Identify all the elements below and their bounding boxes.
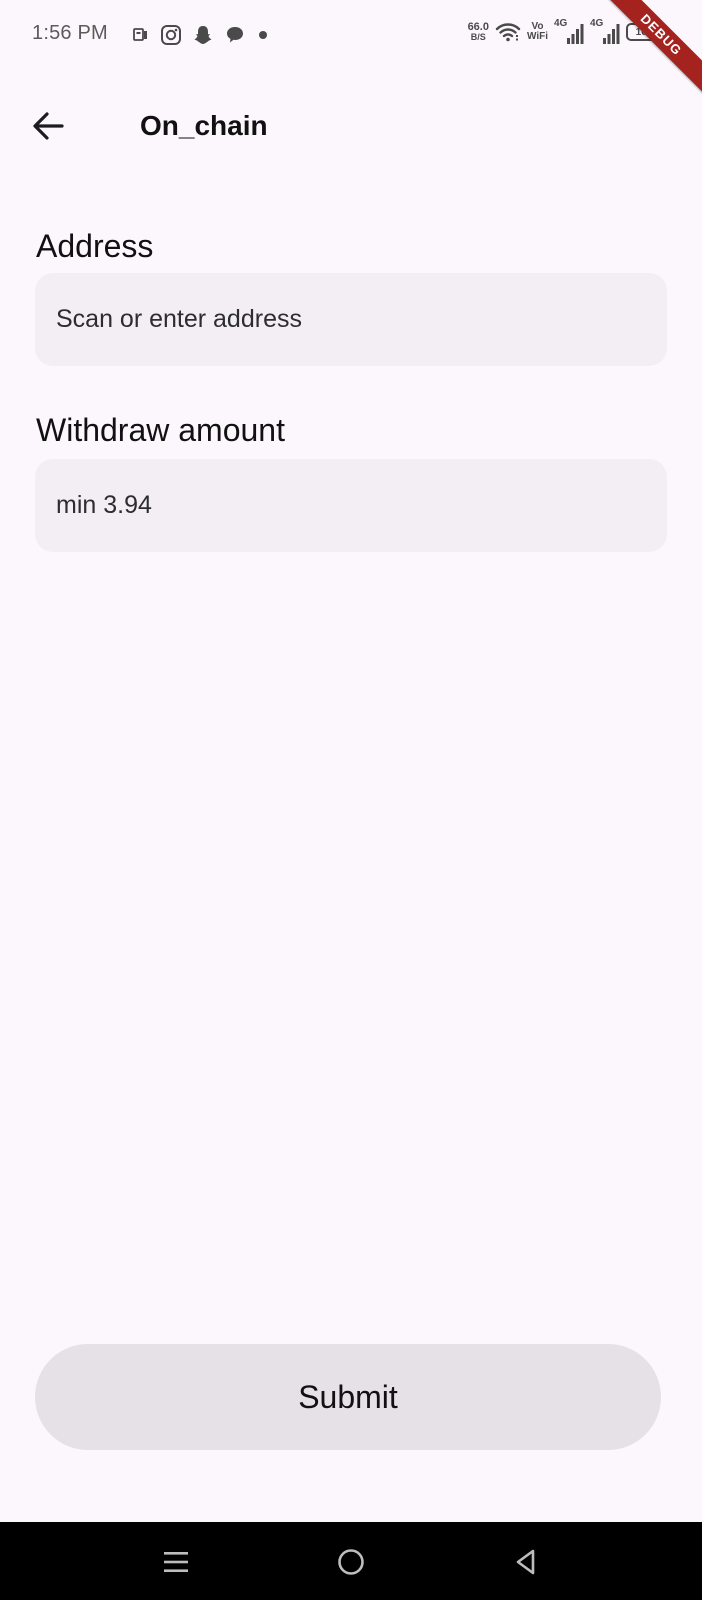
signal-icon <box>603 24 620 44</box>
app-notification-icon <box>133 28 147 41</box>
withdraw-amount-label: Withdraw amount <box>36 412 285 448</box>
app-bar: On_chain <box>0 80 702 172</box>
wifi-icon <box>495 23 521 42</box>
back-button[interactable] <box>24 102 72 150</box>
status-bar: 1:56 PM 66.0 B/S Vo WiFi 4G 4G <box>0 0 702 72</box>
sim2-signal: 4G <box>590 18 620 44</box>
dot-icon <box>259 31 267 39</box>
home-button[interactable] <box>329 1540 373 1584</box>
address-label: Address <box>36 228 154 264</box>
navigation-bar <box>0 1522 702 1600</box>
vowifi-bottom: WiFi <box>526 31 548 42</box>
net-speed-value: 66.0 <box>467 21 489 33</box>
address-input[interactable] <box>35 273 667 366</box>
withdraw-amount-input[interactable] <box>35 459 667 552</box>
nav-back-button[interactable] <box>504 1540 548 1584</box>
arrow-back-icon <box>33 112 64 140</box>
net-speed: 66.0 B/S <box>467 21 489 43</box>
snapchat-icon <box>194 26 212 44</box>
status-time: 1:56 PM <box>32 22 108 44</box>
signal-icon <box>567 24 584 44</box>
page-title: On_chain <box>140 110 268 141</box>
circle-icon <box>338 1549 364 1575</box>
triangle-back-icon <box>516 1549 535 1575</box>
instagram-icon <box>161 25 181 45</box>
sim1-signal: 4G <box>554 18 584 44</box>
submit-button[interactable]: Submit <box>35 1344 661 1450</box>
chat-icon <box>227 27 243 43</box>
notification-icons <box>132 24 270 46</box>
menu-icon <box>164 1552 188 1572</box>
net-speed-unit: B/S <box>470 32 486 42</box>
vowifi-indicator: Vo WiFi <box>527 22 548 42</box>
recents-button[interactable] <box>154 1540 198 1584</box>
system-status-icons: 66.0 B/S Vo WiFi 4G 4G <box>467 18 665 44</box>
